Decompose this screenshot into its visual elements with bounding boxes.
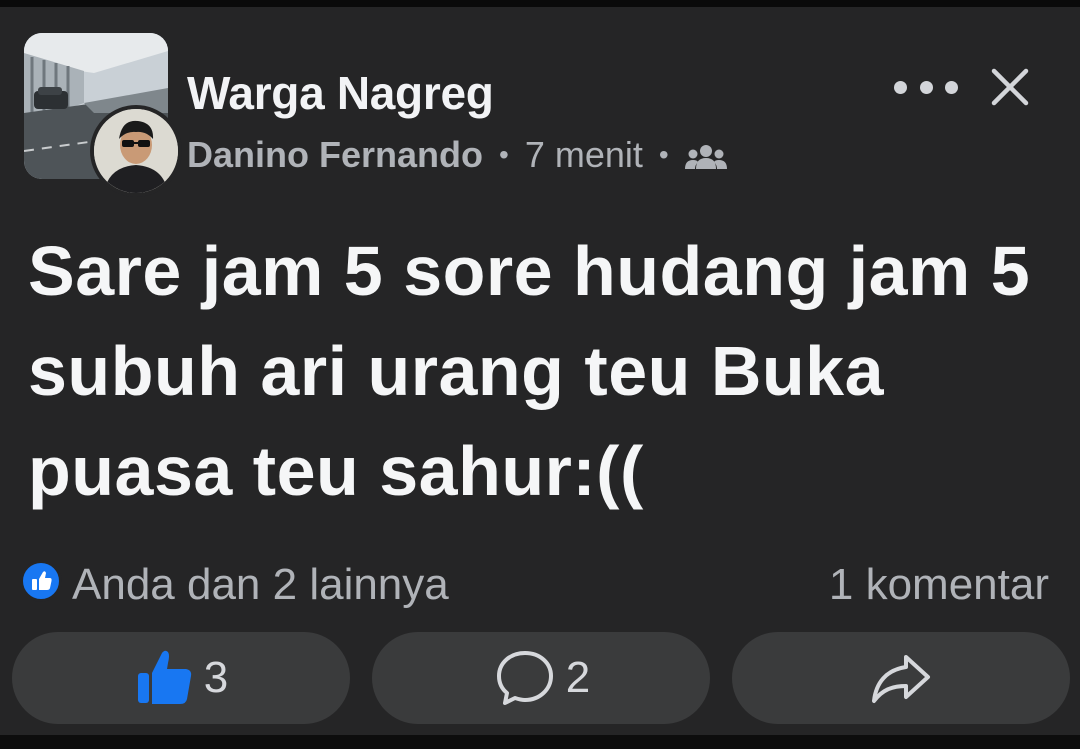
avatar-photo: [94, 109, 178, 193]
more-options-button[interactable]: [890, 69, 962, 105]
bottom-edge: [0, 735, 1080, 749]
group-members-icon: [684, 140, 727, 170]
comment-button[interactable]: 2: [372, 632, 710, 724]
comments-count[interactable]: 1 komentar: [829, 559, 1049, 611]
more-dots-icon: [945, 80, 958, 94]
post-text: Sare jam 5 sore hudang jam 5 subuh ari u…: [28, 232, 1031, 510]
like-button[interactable]: 3: [12, 632, 350, 724]
reactions-summary[interactable]: Anda dan 2 lainnya: [72, 559, 449, 611]
group-name[interactable]: Warga Nagreg: [187, 65, 494, 121]
post-time[interactable]: 7 menit: [525, 134, 643, 176]
meta-separator: •: [658, 139, 669, 170]
thumbs-up-icon: [137, 650, 191, 704]
comment-count: 2: [565, 653, 591, 702]
comment-icon: [496, 651, 553, 705]
post-meta: Danino Fernando • 7 menit •: [187, 133, 727, 177]
author-avatar[interactable]: [90, 105, 182, 197]
more-dots-icon: [919, 80, 933, 94]
share-icon: [872, 655, 930, 703]
close-icon: [991, 68, 1029, 106]
like-badge-icon: [20, 560, 62, 602]
top-edge: [0, 0, 1080, 7]
share-button[interactable]: [732, 632, 1070, 724]
close-button[interactable]: [986, 63, 1034, 111]
author-name[interactable]: Danino Fernando: [187, 134, 483, 176]
meta-separator: •: [499, 139, 509, 170]
post-card: Warga Nagreg Danino Fernando • 7 menit •…: [0, 7, 1080, 735]
more-dots-icon: [894, 80, 907, 94]
like-count: 3: [203, 653, 229, 702]
